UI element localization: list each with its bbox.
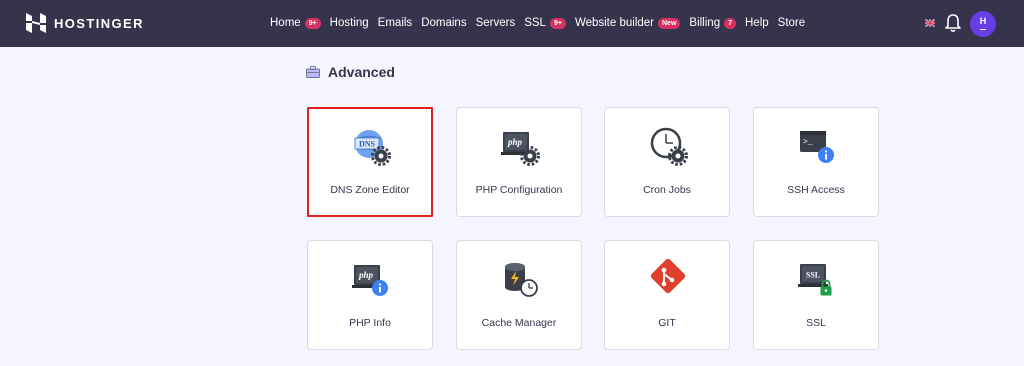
- tile-dns-zone-editor[interactable]: DNS DNS Zone Editor: [307, 107, 433, 217]
- tile-label: SSL: [806, 317, 826, 329]
- git-icon: [650, 259, 686, 294]
- svg-text:>_: >_: [803, 138, 813, 147]
- nav-item-home[interactable]: Home 9+: [270, 17, 321, 29]
- nav-label: SSL: [524, 17, 546, 29]
- tile-label: PHP Configuration: [475, 184, 563, 196]
- svg-text:php: php: [507, 137, 523, 147]
- uk-flag-icon[interactable]: [925, 19, 935, 27]
- ssl-lock-icon: SSL: [798, 264, 832, 296]
- nav-item-website-builder[interactable]: Website builder New: [574, 17, 681, 29]
- svg-text:php: php: [358, 270, 374, 280]
- nav-label: Help: [745, 17, 769, 29]
- main-nav: Home 9+ Hosting Emails Domains Servers S…: [270, 15, 814, 31]
- hostinger-logo-icon: [26, 13, 46, 33]
- brand-name: HOSTINGER: [54, 15, 144, 31]
- tile-label: GIT: [658, 317, 676, 329]
- nav-item-ssl[interactable]: SSL 9+: [524, 17, 566, 29]
- notification-badge: 7: [724, 17, 736, 29]
- bell-icon[interactable]: [944, 13, 962, 33]
- new-badge: New: [658, 17, 681, 29]
- tile-ssl[interactable]: SSL SSL: [753, 240, 879, 350]
- avatar-wordmark: ▬▬: [980, 27, 986, 31]
- nav-label: Billing: [689, 17, 721, 29]
- nav-item-domains[interactable]: Domains: [421, 17, 466, 29]
- nav-item-emails[interactable]: Emails: [378, 17, 413, 29]
- svg-text:SSL: SSL: [806, 271, 820, 280]
- tile-label: Cron Jobs: [643, 184, 691, 196]
- avatar-letter: H: [979, 16, 987, 26]
- nav-item-hosting[interactable]: Hosting: [330, 17, 369, 29]
- terminal-info-icon: >_: [800, 131, 834, 163]
- php-info-icon: php: [352, 265, 388, 296]
- nav-label: Servers: [475, 17, 516, 29]
- nav-label: Website builder: [574, 17, 654, 29]
- svg-text:DNS: DNS: [359, 140, 376, 149]
- tile-label: DNS Zone Editor: [330, 184, 410, 196]
- tile-label: Cache Manager: [481, 317, 557, 329]
- clock-gear-icon: [650, 127, 688, 166]
- php-gear-icon: php: [501, 132, 540, 166]
- section-header: Advanced: [306, 64, 395, 80]
- notification-badge: 9+: [549, 17, 566, 29]
- nav-label: Hosting: [329, 17, 369, 29]
- nav-label: Domains: [421, 17, 467, 29]
- nav-label: Home: [270, 17, 301, 29]
- top-navigation-bar: HOSTINGER Home 9+ Hosting Emails Domains…: [0, 0, 1024, 47]
- tile-php-info[interactable]: php PHP Info: [307, 240, 433, 350]
- tile-php-configuration[interactable]: php PHP Configuration: [456, 107, 582, 217]
- section-title: Advanced: [328, 64, 395, 80]
- tile-label: PHP Info: [349, 317, 391, 329]
- hostinger-logo[interactable]: HOSTINGER: [26, 13, 144, 33]
- nav-item-help[interactable]: Help: [745, 17, 769, 29]
- tile-cron-jobs[interactable]: Cron Jobs: [604, 107, 730, 217]
- notification-badge: 9+: [304, 17, 321, 29]
- database-clock-icon: [505, 263, 538, 297]
- toolbox-icon: [306, 66, 320, 78]
- nav-item-billing[interactable]: Billing 7: [689, 17, 736, 29]
- tile-ssh-access[interactable]: >_ SSH Access: [753, 107, 879, 217]
- nav-item-store[interactable]: Store: [778, 17, 806, 29]
- account-avatar[interactable]: H ▬▬: [970, 11, 996, 37]
- tile-cache-manager[interactable]: Cache Manager: [456, 240, 582, 350]
- tile-label: SSH Access: [787, 184, 845, 196]
- tile-git[interactable]: GIT: [604, 240, 730, 350]
- nav-label: Store: [777, 17, 806, 29]
- nav-item-servers[interactable]: Servers: [476, 17, 516, 29]
- nav-label: Emails: [377, 17, 413, 29]
- dns-gear-icon: DNS: [354, 130, 391, 166]
